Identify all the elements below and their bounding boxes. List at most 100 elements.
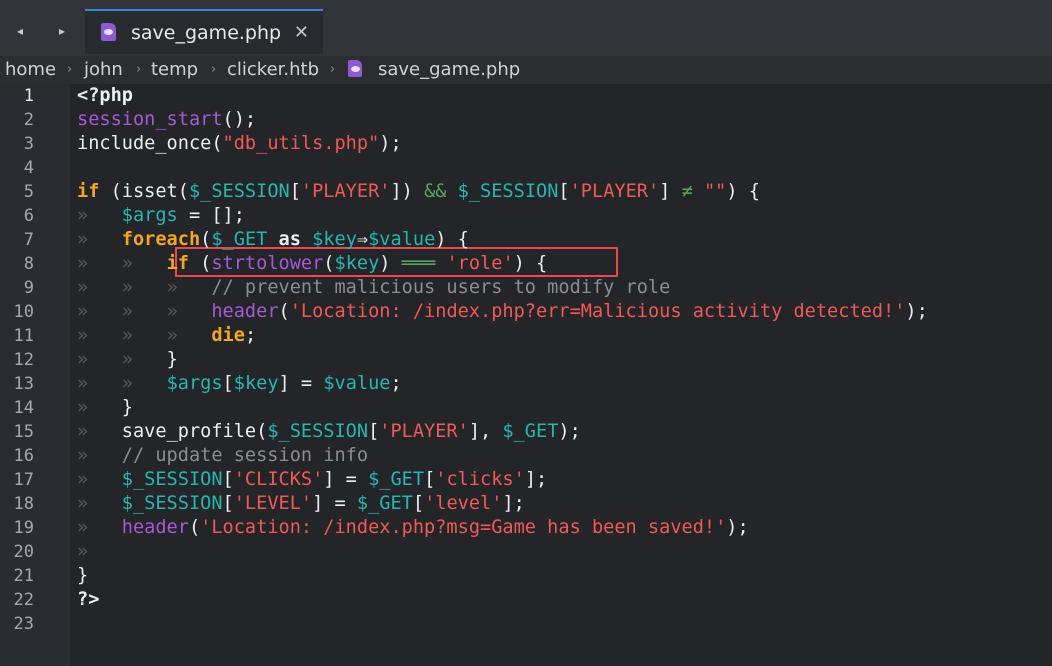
code-token: ;	[390, 373, 402, 394]
code-token: [	[222, 373, 234, 394]
code-line[interactable]: » » if (strtolower($key) ═══ 'role') {	[77, 252, 547, 276]
code-token: session_start	[77, 109, 223, 130]
code-token: [	[289, 181, 301, 202]
code-token: $_GET	[211, 229, 268, 250]
code-token: »	[77, 205, 122, 226]
breadcrumb-item-john[interactable]: john	[84, 58, 123, 82]
code-line[interactable]: » » » die;	[77, 324, 256, 348]
code-line[interactable]: » }	[77, 396, 133, 420]
code-line[interactable]: » » }	[77, 348, 178, 372]
code-line[interactable]: » » » header('Location: /index.php?err=M…	[77, 300, 928, 324]
code-token: »	[121, 277, 167, 298]
code-line[interactable]: if (isset($_SESSION['PLAYER']) && $_SESS…	[77, 180, 760, 204]
code-token: »	[77, 517, 122, 538]
breadcrumb-item-temp[interactable]: temp	[151, 58, 198, 82]
code-line[interactable]: ?>	[77, 588, 99, 612]
code-token: // update session info	[121, 445, 369, 466]
code-token: »	[77, 349, 122, 370]
line-number: 17	[13, 470, 34, 490]
code-token: );	[905, 301, 928, 322]
code-token: );	[558, 421, 581, 442]
line-number: 19	[13, 518, 34, 538]
line-number: 3	[23, 134, 34, 154]
code-token: ]	[659, 181, 682, 202]
code-token: $_GET	[502, 421, 559, 442]
code-token: [	[424, 469, 436, 490]
code-token: [	[368, 421, 380, 442]
code-token: ] =	[312, 493, 357, 514]
code-editor[interactable]: <?php session_start(); include_once("db_ut…	[71, 84, 1052, 666]
code-token: header	[121, 517, 189, 538]
code-token: (	[278, 301, 290, 322]
code-token: ] =	[323, 469, 369, 490]
code-token: (	[188, 517, 201, 538]
code-token: (	[188, 253, 212, 274]
back-arrow-icon[interactable]: ◂	[12, 20, 28, 42]
code-line[interactable]: » // update session info	[77, 444, 368, 468]
line-number: 13	[13, 374, 34, 394]
tab-save-game-php[interactable]: save_game.php ✕	[85, 9, 323, 54]
code-line[interactable]: » $args = [];	[77, 204, 245, 228]
breadcrumb-item-clicker-htb[interactable]: clicker.htb	[227, 58, 319, 82]
code-token: »	[77, 445, 122, 466]
code-token: ;	[244, 325, 257, 346]
code-token: »	[121, 325, 167, 346]
code-token: $_SESSION	[267, 421, 369, 442]
code-line[interactable]: <?php	[77, 84, 133, 108]
php-file-icon	[101, 23, 116, 41]
code-token: »	[77, 301, 122, 322]
code-token: ) {	[435, 229, 469, 250]
forward-arrow-icon[interactable]: ▸	[54, 20, 70, 42]
code-token: [	[558, 181, 570, 202]
line-number-gutter[interactable]: 1 2 3 4 5 6 7 8 9 10 11 12 13 14 15 16 17 18 19 20 21 22 23	[0, 84, 71, 666]
code-token: ⇒	[356, 229, 369, 250]
code-token: $_SESSION	[121, 493, 223, 514]
code-line[interactable]: }	[77, 564, 88, 588]
code-token: }	[77, 565, 89, 586]
code-token: ] =	[278, 373, 324, 394]
line-number: 7	[23, 230, 34, 250]
code-line[interactable]: » » $args[$key] = $value;	[77, 372, 402, 396]
code-line[interactable]: session_start();	[77, 108, 256, 132]
code-token: »	[77, 373, 122, 394]
breadcrumb: home › john › temp › clicker.htb › save_…	[0, 56, 1052, 84]
code-line[interactable]: » $_SESSION['CLICKS'] = $_GET['clicks'];	[77, 468, 547, 492]
code-line[interactable]: » save_profile($_SESSION['PLAYER'], $_GE…	[77, 420, 581, 444]
breadcrumb-separator: ›	[211, 62, 217, 77]
breadcrumb-item-save-game-php[interactable]: save_game.php	[378, 58, 520, 82]
code-token: »	[121, 253, 167, 274]
code-token: 'Location: /index.php?err=Malicious acti…	[289, 301, 906, 322]
line-number: 8	[23, 254, 34, 274]
code-token: if	[166, 253, 189, 274]
code-line[interactable]: » foreach($_GET as $key⇒$value) {	[77, 228, 469, 252]
code-token: »	[77, 277, 122, 298]
line-number: 20	[13, 542, 34, 562]
code-token: »	[77, 253, 122, 274]
code-line[interactable]: » » » // prevent malicious users to modi…	[77, 276, 670, 300]
code-token: foreach	[121, 229, 201, 250]
code-token: »	[77, 421, 122, 442]
line-number: 14	[13, 398, 34, 418]
code-token: }	[166, 349, 178, 370]
code-token: ();	[222, 109, 257, 130]
code-token: ])	[390, 181, 425, 202]
code-token: »	[166, 325, 212, 346]
code-token: <?php	[77, 85, 133, 106]
code-line[interactable]: include_once("db_utils.php");	[77, 132, 402, 156]
code-token: »	[121, 301, 167, 322]
close-icon[interactable]: ✕	[294, 21, 309, 45]
code-line[interactable]: »	[77, 540, 88, 564]
line-number: 10	[13, 302, 34, 322]
code-line[interactable]: » header('Location: /index.php?msg=Game …	[77, 516, 749, 540]
code-token: ];	[524, 469, 548, 490]
code-token: [	[222, 469, 234, 490]
line-number: 5	[23, 182, 34, 202]
code-token: »	[166, 277, 212, 298]
code-token: $_SESSION	[121, 469, 223, 490]
breadcrumb-item-home[interactable]: home	[5, 58, 56, 82]
code-token: [	[412, 493, 425, 514]
code-token: ""	[703, 181, 727, 202]
code-token: $args	[121, 205, 178, 226]
code-token: 'clicks'	[435, 469, 525, 490]
code-line[interactable]: » $_SESSION['LEVEL'] = $_GET['level'];	[77, 492, 525, 516]
